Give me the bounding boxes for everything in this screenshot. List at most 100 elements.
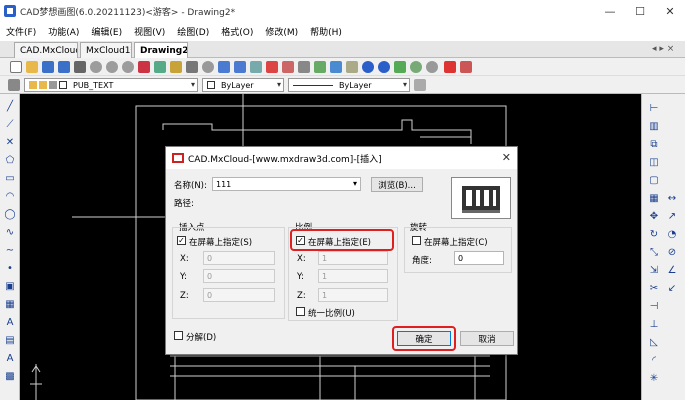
tab-cad-mxcloud[interactable]: CAD.MxCloud (14, 42, 78, 58)
text-tool-icon[interactable]: A (4, 316, 16, 328)
export-icon[interactable] (460, 61, 472, 73)
dim-diameter-icon[interactable]: ⊘ (666, 246, 678, 258)
array-icon[interactable]: ▦ (648, 192, 660, 204)
move-icon[interactable]: ✥ (648, 210, 660, 222)
close-button[interactable]: ✕ (655, 0, 685, 22)
dim-linear-icon[interactable]: ↔ (666, 192, 678, 204)
extend-icon[interactable]: ⊣ (648, 300, 660, 312)
menu-edit[interactable]: 编辑(E) (91, 25, 122, 38)
rectangle-icon[interactable]: ▭ (4, 172, 16, 184)
insert-z-field[interactable]: 0 (203, 288, 275, 302)
table-tool-icon[interactable]: ▤ (4, 334, 16, 346)
menu-file[interactable]: 文件(F) (6, 25, 36, 38)
hatch-boundary-icon[interactable]: ⊢ (648, 102, 660, 114)
trim-icon[interactable]: ✂ (648, 282, 660, 294)
dim-aligned-icon[interactable]: ↗ (666, 210, 678, 222)
save-as-icon[interactable] (58, 61, 70, 73)
ok-button[interactable]: 确定 (397, 331, 451, 346)
new-file-icon[interactable] (10, 61, 22, 73)
chamfer-icon[interactable]: ◺ (648, 336, 660, 348)
insert-block-icon[interactable]: ▣ (4, 280, 16, 292)
print-icon[interactable] (74, 61, 86, 73)
leader-icon[interactable]: ↙ (666, 282, 678, 294)
image-icon[interactable] (346, 61, 358, 73)
point-icon[interactable]: • (4, 262, 16, 274)
name-combobox[interactable]: 111 ▾ (212, 177, 361, 191)
dim-radius-icon[interactable]: ◔ (666, 228, 678, 240)
undo-icon[interactable] (362, 61, 374, 73)
text-icon[interactable] (298, 61, 310, 73)
menu-help[interactable]: 帮助(H) (310, 25, 342, 38)
line-icon[interactable]: ╱ (4, 100, 16, 112)
layer-select[interactable]: PUB_TEXT ▾ (24, 78, 198, 92)
layer-icon[interactable] (250, 61, 262, 73)
offset-icon[interactable]: ▢ (648, 174, 660, 186)
copy-icon[interactable] (186, 61, 198, 73)
pan-icon[interactable] (138, 61, 150, 73)
erase-icon[interactable]: ▥ (648, 120, 660, 132)
angle-field[interactable]: 0 (454, 251, 504, 265)
linetype-select[interactable]: ByLayer ▾ (288, 78, 410, 92)
hatch-icon[interactable] (314, 61, 326, 73)
zoom-icon[interactable] (90, 61, 102, 73)
scale-icon[interactable]: ⤡ (648, 246, 660, 258)
scale-y-field[interactable]: 1 (318, 269, 388, 283)
open-file-icon[interactable] (26, 61, 38, 73)
fillet-icon[interactable]: ◜ (648, 354, 660, 366)
spline-icon[interactable]: ∼ (4, 244, 16, 256)
layer-manager-icon[interactable] (8, 79, 20, 91)
match-properties-icon[interactable] (218, 61, 230, 73)
properties-icon[interactable] (234, 61, 246, 73)
refresh-icon[interactable] (410, 61, 422, 73)
revcloud-icon[interactable]: ∿ (4, 226, 16, 238)
construction-line-icon[interactable]: ✕ (4, 136, 16, 148)
menu-view[interactable]: 视图(V) (134, 25, 165, 38)
pdf-icon[interactable] (444, 61, 456, 73)
scale-z-field[interactable]: 1 (318, 288, 388, 302)
measure-icon[interactable] (282, 61, 294, 73)
mtext-icon[interactable]: A (4, 352, 16, 364)
mirror-icon[interactable]: ◫ (648, 156, 660, 168)
break-icon[interactable]: ⊥ (648, 318, 660, 330)
polygon-icon[interactable]: ⬠ (4, 154, 16, 166)
cut-icon[interactable] (170, 61, 182, 73)
color-select[interactable]: ByLayer ▾ (202, 78, 284, 92)
cancel-button[interactable]: 取消 (460, 331, 514, 346)
explode-icon[interactable]: ✳ (648, 372, 660, 384)
regen-icon[interactable] (154, 61, 166, 73)
cloud-icon[interactable] (394, 61, 406, 73)
tab-drawing2[interactable]: Drawing2* × (134, 42, 188, 58)
redo-icon[interactable] (378, 61, 390, 73)
stretch-icon[interactable]: ⇲ (648, 264, 660, 276)
insert-x-field[interactable]: 0 (203, 251, 275, 265)
rotation-onscreen-checkbox[interactable] (412, 236, 421, 245)
menu-draw[interactable]: 绘图(D) (177, 25, 209, 38)
menu-format[interactable]: 格式(O) (221, 25, 253, 38)
tab-scroll-controls[interactable]: ◂ ▸ × (652, 44, 674, 54)
polyline-icon[interactable]: ⟋ (4, 118, 16, 130)
minimize-button[interactable]: — (595, 0, 625, 22)
maximize-button[interactable]: ☐ (625, 0, 655, 22)
circle-icon[interactable]: ◯ (4, 208, 16, 220)
insert-onscreen-checkbox[interactable]: ✓ (177, 236, 186, 245)
match-icon[interactable] (414, 79, 426, 91)
save-file-icon[interactable] (42, 61, 54, 73)
menu-function[interactable]: 功能(A) (48, 25, 79, 38)
browse-button[interactable]: 浏览(B)... (371, 177, 423, 192)
dim-angular-icon[interactable]: ∠ (666, 264, 678, 276)
rotate-icon[interactable]: ↻ (648, 228, 660, 240)
arc-icon[interactable]: ◠ (4, 190, 16, 202)
explode-checkbox[interactable] (174, 331, 183, 340)
copy-object-icon[interactable]: ⧉ (648, 138, 660, 150)
zoom-out-icon[interactable] (122, 61, 134, 73)
zoom-window-icon[interactable] (202, 61, 214, 73)
scale-x-field[interactable]: 1 (318, 251, 388, 265)
settings-icon[interactable] (426, 61, 438, 73)
insert-y-field[interactable]: 0 (203, 269, 275, 283)
make-block-icon[interactable]: ▦ (4, 298, 16, 310)
table-icon[interactable] (330, 61, 342, 73)
hatch-tool-icon[interactable]: ▩ (4, 370, 16, 382)
block-icon[interactable] (266, 61, 278, 73)
uniform-scale-checkbox[interactable] (296, 307, 305, 316)
tab-mxcloud1[interactable]: MxCloud1* (80, 42, 132, 58)
